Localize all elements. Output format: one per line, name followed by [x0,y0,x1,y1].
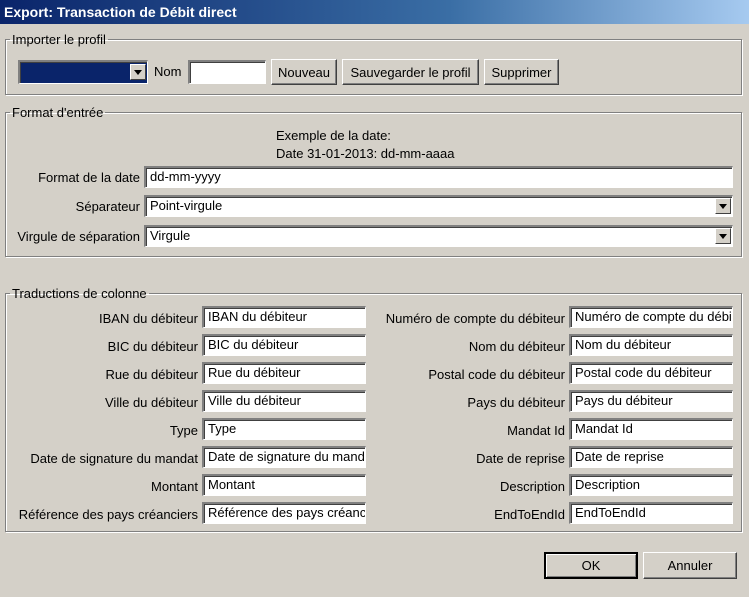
translation-input[interactable]: Date de reprise [569,446,733,468]
separator-label: Séparateur [75,199,140,214]
translation-input[interactable]: BIC du débiteur [202,334,366,356]
profile-group-legend: Importer le profil [12,32,106,47]
translation-label: Rue du débiteur [105,367,198,382]
translation-label: EndToEndId [494,507,565,522]
translation-input[interactable]: EndToEndId [569,502,733,524]
date-format-label: Format de la date [38,170,140,185]
translation-input[interactable]: Description [569,474,733,496]
column-translations-legend: Traductions de colonne [12,286,147,301]
translation-label: Pays du débiteur [467,395,565,410]
translation-label: Date de signature du mandat [30,451,198,466]
profile-name-label: Nom [154,64,182,79]
input-format-legend: Format d'entrée [12,105,104,120]
translation-label: Mandat Id [507,423,565,438]
date-format-input[interactable]: dd-mm-yyyy [144,166,733,188]
translation-label: Numéro de compte du débiteur [385,311,565,326]
chevron-down-icon[interactable] [130,64,146,80]
translation-label: Nom du débiteur [468,339,565,354]
save-profile-button[interactable]: Sauvegarder le profil [342,59,479,85]
chevron-down-icon[interactable] [715,228,731,244]
window-title: Export: Transaction de Débit direct [0,0,749,24]
translation-label: IBAN du débiteur [98,311,198,326]
profile-select[interactable] [18,60,148,84]
translation-input[interactable]: Mandat Id [569,418,733,440]
translation-input[interactable]: Ville du débiteur [202,390,366,412]
translation-input[interactable]: Nom du débiteur [569,334,733,356]
translation-label: Postal code du débiteur [428,367,565,382]
translation-label: Type [169,423,198,438]
translation-input[interactable]: Montant [202,474,366,496]
separator-select[interactable]: Point-virgule [144,195,733,217]
translation-input[interactable]: Postal code du débiteur [569,362,733,384]
cancel-button[interactable]: Annuler [643,552,737,579]
translation-label: Référence des pays créanciers [18,507,198,522]
ok-button[interactable]: OK [544,552,638,579]
decimal-select-value: Virgule [150,228,191,243]
translation-label: Date de reprise [476,451,565,466]
translation-input[interactable]: Numéro de compte du débiteur [569,306,733,328]
decimal-select[interactable]: Virgule [144,225,733,247]
translation-input[interactable]: Pays du débiteur [569,390,733,412]
translation-input[interactable]: Référence des pays créanciers [202,502,366,524]
chevron-down-icon[interactable] [715,198,731,214]
translation-label: Ville du débiteur [105,395,198,410]
date-example-line1: Exemple de la date: [276,128,391,143]
separator-select-value: Point-virgule [150,198,223,213]
translation-input[interactable]: Date de signature du mandat [202,446,366,468]
delete-profile-button[interactable]: Supprimer [484,59,559,85]
translation-input[interactable]: Rue du débiteur [202,362,366,384]
translation-label: Montant [151,479,198,494]
export-dialog: Export: Transaction de Débit direct Impo… [0,0,749,597]
date-example-line2: Date 31-01-2013: dd-mm-aaaa [276,146,455,161]
new-profile-button[interactable]: Nouveau [271,59,337,85]
translation-label: BIC du débiteur [107,339,198,354]
translation-input[interactable]: Type [202,418,366,440]
translation-input[interactable]: IBAN du débiteur [202,306,366,328]
translation-label: Description [499,479,565,494]
decimal-label: Virgule de séparation [17,229,140,244]
profile-name-input[interactable] [188,60,266,84]
